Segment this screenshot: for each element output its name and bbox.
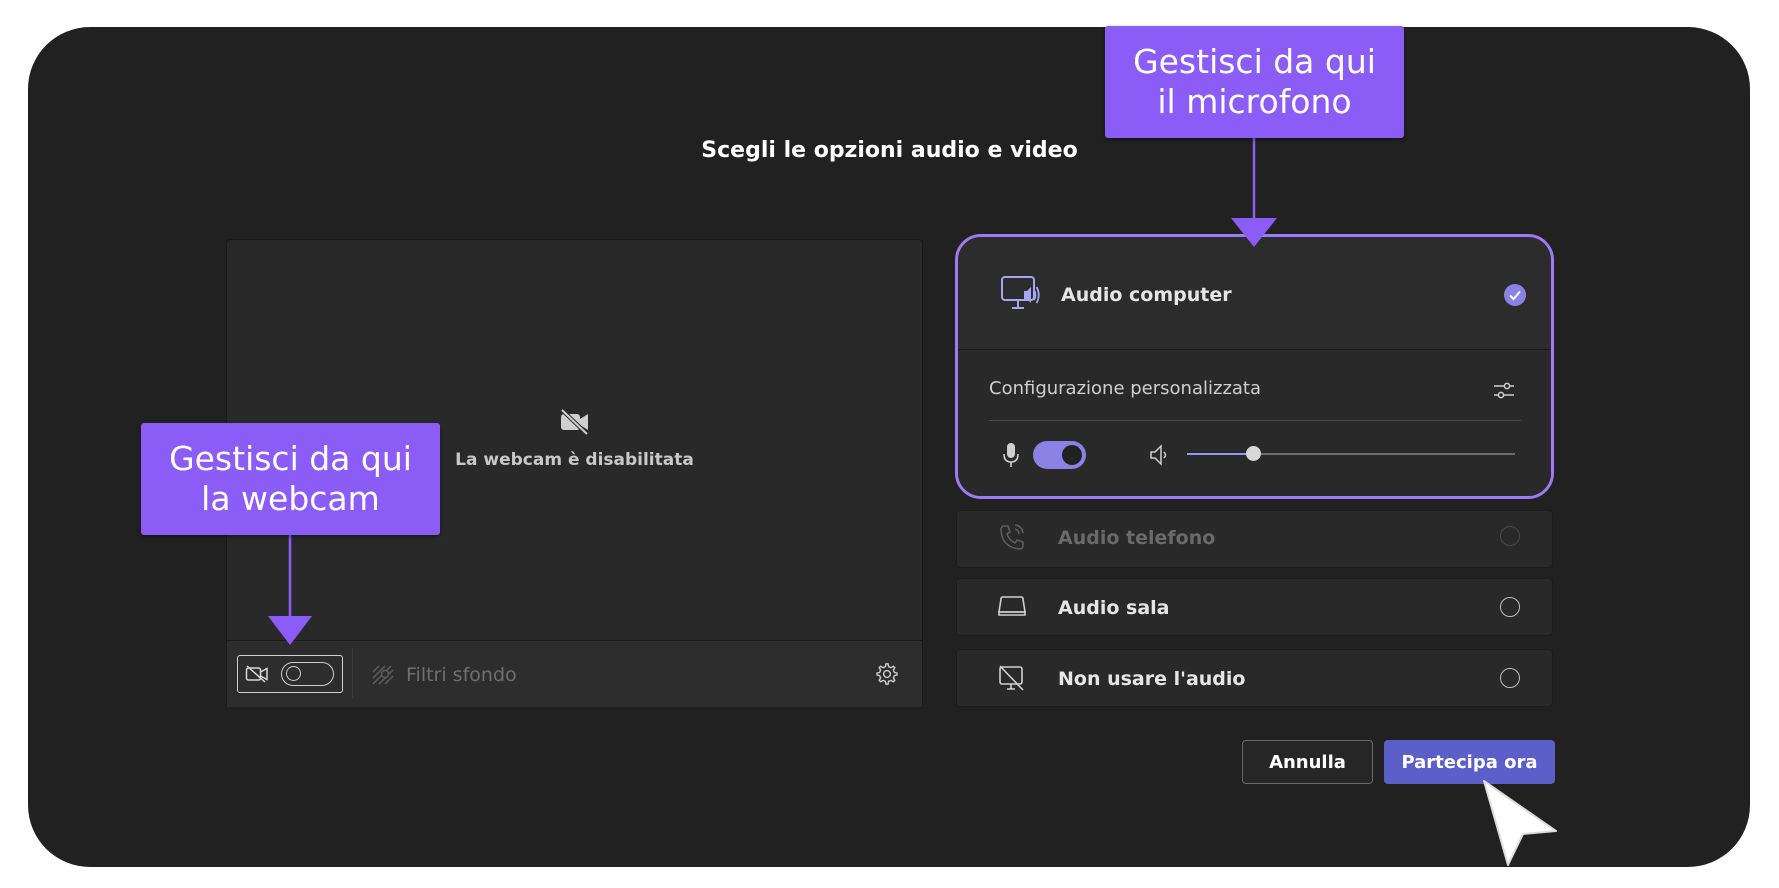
- audio-none-radio[interactable]: [1500, 668, 1520, 688]
- camera-toggle-knob: [286, 666, 301, 681]
- audio-phone-label: Audio telefono: [1058, 527, 1216, 549]
- settings-sliders-icon[interactable]: [1492, 378, 1516, 402]
- audio-computer-config: [958, 350, 1551, 496]
- audio-none-label: Non usare l'audio: [1058, 668, 1246, 690]
- camera-toggle-group[interactable]: [237, 655, 343, 693]
- speaker-volume-thumb[interactable]: [1245, 446, 1261, 461]
- audio-room-radio[interactable]: [1500, 597, 1520, 617]
- microphone-callout-line-1: Gestisci da qui: [1133, 42, 1376, 81]
- webcam-callout-line-1: Gestisci da qui: [169, 439, 412, 478]
- audio-computer-label: Audio computer: [1061, 284, 1232, 306]
- speaker-icon: [1150, 444, 1167, 466]
- camera-off-small-icon: [245, 665, 268, 683]
- computer-audio-icon: [1001, 276, 1040, 309]
- audio-room-label: Audio sala: [1058, 597, 1170, 619]
- audio-phone-radio[interactable]: [1500, 526, 1520, 546]
- microphone-toggle-knob: [1062, 445, 1082, 465]
- speaker-volume-slider[interactable]: [1187, 446, 1515, 461]
- microphone-callout-line-2: il microfono: [1157, 82, 1352, 121]
- phone-audio-icon: [1000, 524, 1024, 550]
- audio-option-phone[interactable]: [956, 510, 1553, 568]
- checkmark-icon: [1504, 284, 1526, 306]
- audio-option-none[interactable]: [956, 649, 1553, 707]
- custom-config-label: Configurazione personalizzata: [989, 378, 1262, 399]
- speaker-volume-fill: [1187, 453, 1253, 455]
- dialog-title: Scegli le opzioni audio e video: [701, 138, 1078, 163]
- gear-icon[interactable]: [875, 662, 899, 686]
- mouse-cursor-icon: [1483, 780, 1557, 866]
- no-audio-icon: [999, 665, 1024, 691]
- toolbar-divider: [352, 648, 353, 698]
- microphone-icon: [1003, 443, 1019, 467]
- microphone-callout: Gestisci da qui il microfono: [1105, 26, 1404, 138]
- webcam-callout: Gestisci da qui la webcam: [141, 423, 440, 535]
- cancel-button[interactable]: Annulla: [1242, 740, 1373, 784]
- audio-option-room[interactable]: [956, 578, 1553, 636]
- background-filters-button[interactable]: Filtri sfondo: [406, 664, 517, 686]
- camera-toggle[interactable]: [281, 662, 334, 686]
- config-divider: [989, 420, 1521, 421]
- webcam-callout-line-2: la webcam: [201, 479, 380, 518]
- video-off-icon: [560, 408, 589, 436]
- room-audio-icon: [998, 596, 1026, 616]
- microphone-toggle[interactable]: [1033, 441, 1086, 469]
- audio-computer-header[interactable]: [958, 237, 1551, 350]
- background-effects-icon: [372, 665, 394, 685]
